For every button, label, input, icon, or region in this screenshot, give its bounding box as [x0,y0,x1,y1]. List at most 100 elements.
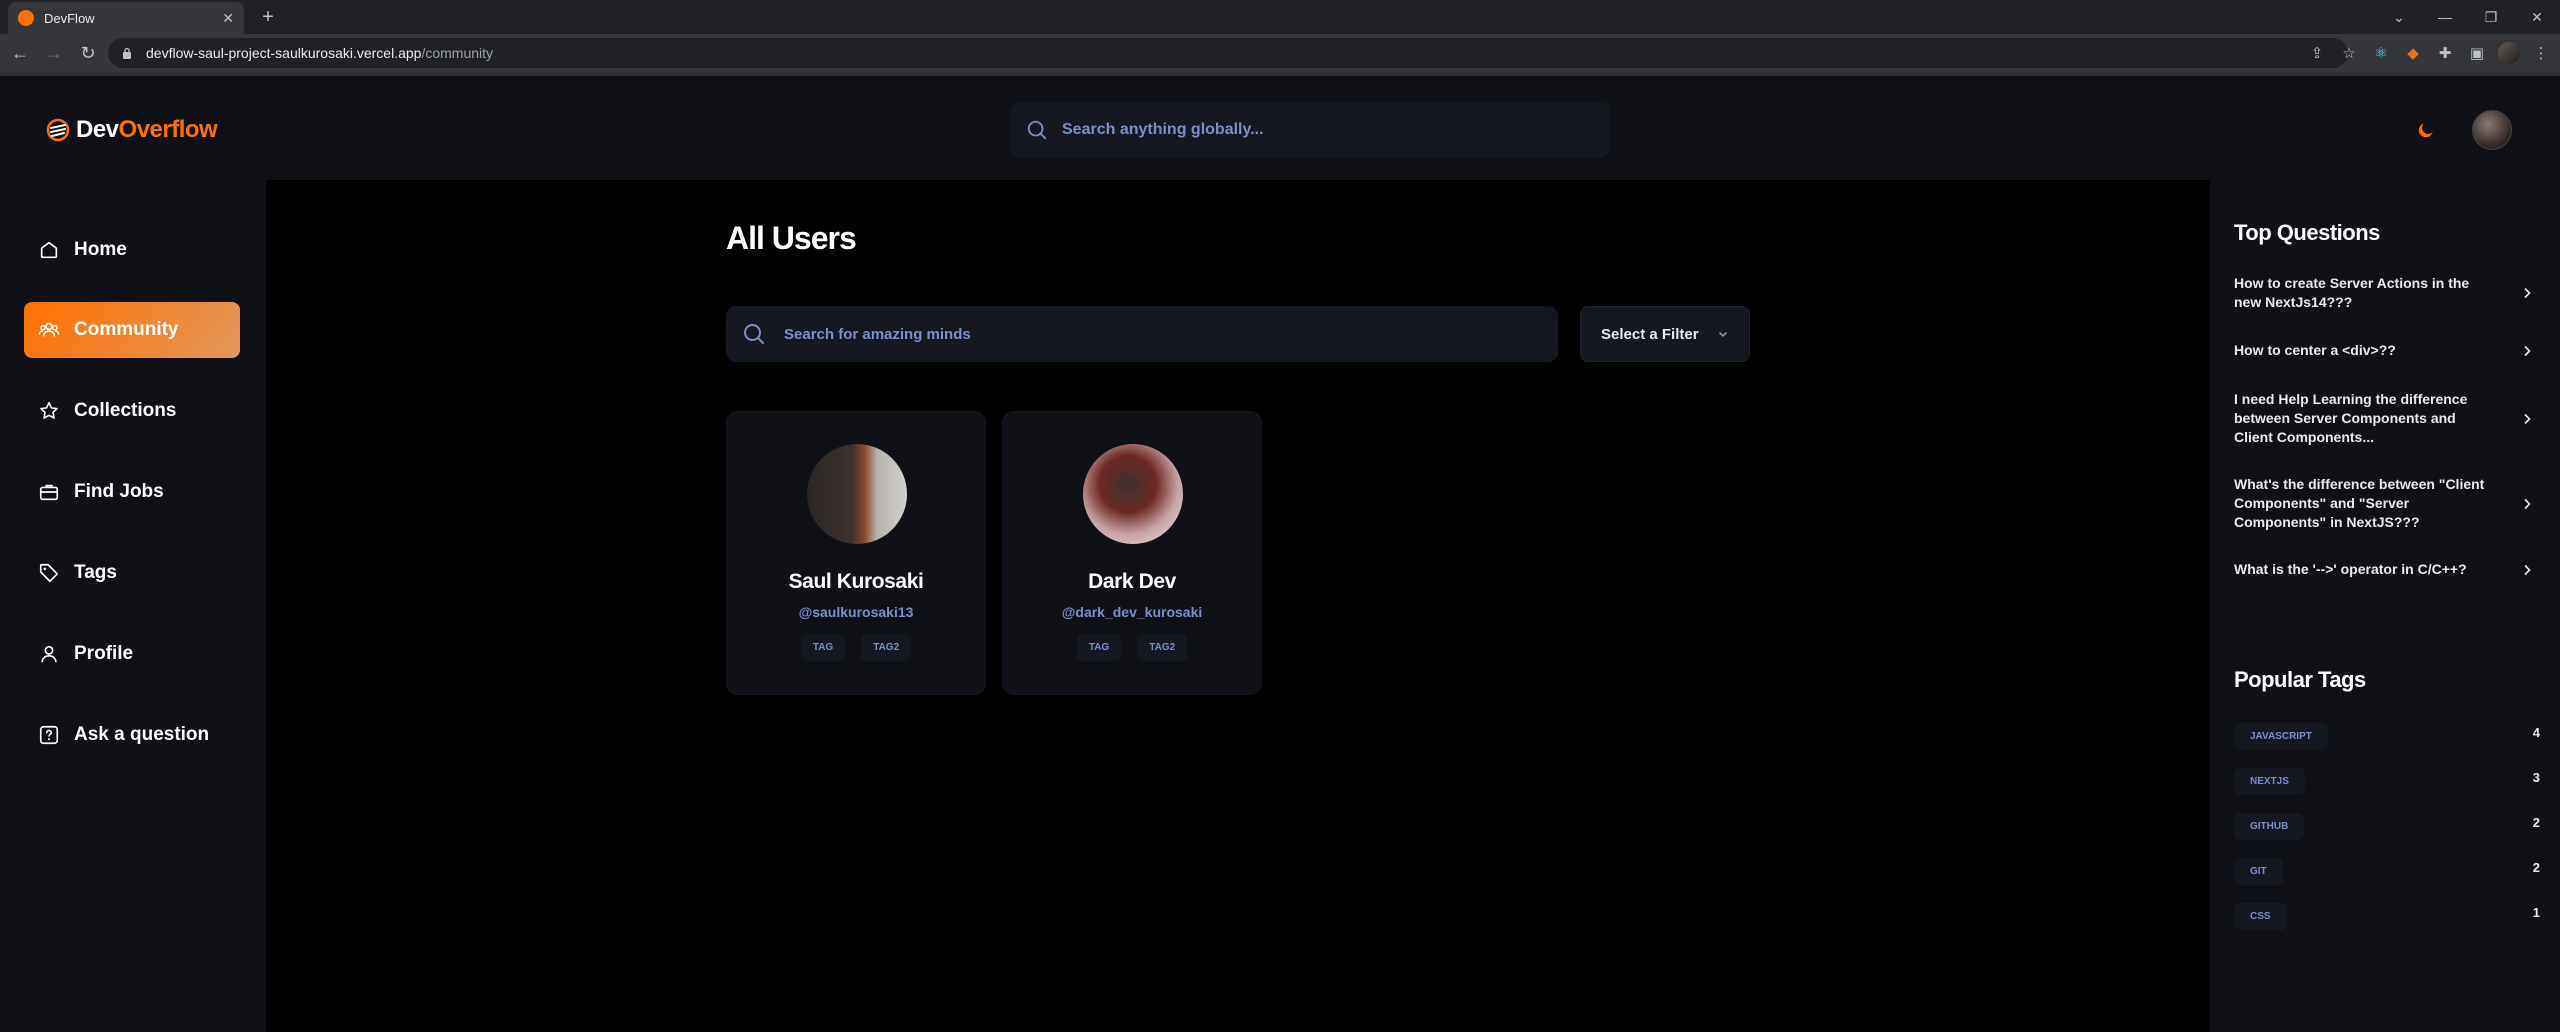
question-title: How to create Server Actions in the new … [2234,275,2470,310]
new-tab-button[interactable]: + [256,6,280,30]
sidebar-item-profile[interactable]: Profile [24,626,240,682]
browser-toolbar: ← → ↻ devflow-saul-project-saulkurosaki.… [0,34,2560,72]
filter-select-label: Select a Filter [1601,325,1699,343]
moon-icon[interactable] [2416,120,2436,140]
lock-icon [123,47,131,59]
sidebar-item-find-jobs[interactable]: Find Jobs [24,464,240,520]
sidebar-item-label: Tags [74,562,117,583]
tag-chip[interactable]: JAVASCRIPT [2234,723,2328,750]
sidebar-item-label: Find Jobs [74,481,164,502]
tag-chip[interactable]: TAG2 [861,634,912,661]
sidebar-item-label: Home [74,239,127,260]
restore-button[interactable]: ❐ [2468,9,2514,26]
close-window-button[interactable]: ✕ [2514,9,2560,26]
top-question-item[interactable]: I need Help Learning the difference betw… [2234,390,2534,447]
tag-chip[interactable]: NEXTJS [2234,768,2305,795]
reload-button[interactable]: ↻ [74,39,102,67]
top-question-item[interactable]: What's the difference between "Client Co… [2234,475,2534,532]
filter-select[interactable]: Select a Filter [1580,306,1750,362]
sidebar-item-collections[interactable]: Collections [24,383,240,439]
suitcase-icon [39,484,59,501]
page-title: All Users [726,220,857,256]
users-icon [38,322,60,337]
home-icon [40,241,58,259]
chevron-down-icon [1718,331,1727,338]
extensions-puzzle-icon[interactable]: ✚ [2434,42,2456,64]
chevron-right-icon [2524,413,2531,424]
user-card-avatar [807,444,907,544]
tag-count: 3 [2532,770,2540,785]
right-sidebar: Top Questions How to create Server Actio… [2210,180,2560,1032]
tab-search-chevron-icon[interactable]: ⌄ [2376,9,2422,26]
browser-tab[interactable]: DevFlow ✕ [8,2,244,34]
user-card-avatar [1083,444,1183,544]
tag-icon [39,563,59,583]
user-card-handle: @saulkurosaki13 [798,604,914,620]
share-icon[interactable]: ⇪ [2306,42,2328,64]
sidebar-item-tags[interactable]: Tags [24,545,240,601]
tag-chip[interactable]: TAG2 [1137,634,1188,661]
user-card[interactable]: Saul Kurosaki @saulkurosaki13 TAG TAG2 [726,411,986,695]
chevron-right-icon [2524,564,2531,575]
top-question-item[interactable]: How to center a <div>?? [2234,341,2534,360]
star-icon [40,401,58,419]
address-bar[interactable]: devflow-saul-project-saulkurosaki.vercel… [108,38,2348,68]
chevron-right-icon [2524,287,2531,299]
user-card-handle: @dark_dev_kurosaki [1061,604,1203,620]
global-search-bar[interactable] [1010,102,1610,158]
tag-chip[interactable]: GITHUB [2234,813,2305,840]
sidebar-item-label: Ask a question [74,724,210,745]
app-navbar: DevOverflow [0,72,2560,180]
sidebar-item-home[interactable]: Home [24,222,240,278]
side-panel-icon[interactable]: ▣ [2466,42,2488,64]
logo-text: DevOverflow [76,116,218,144]
popular-tag-item[interactable]: GIT 2 [2234,858,2540,888]
popular-tag-item[interactable]: GITHUB 2 [2234,813,2540,843]
global-search-input[interactable] [1062,121,1582,139]
tab-close-icon[interactable]: ✕ [222,10,234,27]
tab-title: DevFlow [44,10,95,26]
react-devtools-icon[interactable]: ⚛ [2370,42,2392,64]
tag-chip[interactable]: TAG [800,634,846,661]
user-card-tags: TAG TAG2 [727,634,985,661]
question-title: How to center a <div>?? [2234,342,2396,358]
tag-count: 2 [2532,815,2540,830]
tag-count: 1 [2532,905,2540,920]
user-card[interactable]: Dark Dev @dark_dev_kurosaki TAG TAG2 [1002,411,1262,695]
question-title: I need Help Learning the difference betw… [2234,391,2468,445]
logo-text-overflow: Overflow [118,116,218,143]
browser-profile-avatar[interactable] [2498,42,2520,64]
user-search-bar[interactable] [726,306,1558,362]
popular-tag-item[interactable]: JAVASCRIPT 4 [2234,723,2540,753]
search-icon [744,324,764,344]
user-avatar[interactable] [2472,110,2512,150]
tag-chip[interactable]: CSS [2234,903,2287,930]
tag-count: 4 [2532,725,2540,740]
forward-button[interactable]: → [40,39,68,67]
question-icon [39,725,59,745]
logo-text-dev: Dev [76,116,119,143]
metamask-icon[interactable]: ◆ [2402,42,2424,64]
tag-chip[interactable]: TAG [1076,634,1122,661]
back-button[interactable]: ← [6,39,34,67]
devoverflow-logo[interactable]: DevOverflow [46,116,218,144]
user-card-name: Dark Dev [1088,570,1176,593]
url-path: /community [421,45,494,61]
minimize-button[interactable]: — [2422,9,2468,25]
chevron-right-icon [2524,498,2531,509]
popular-tag-item[interactable]: NEXTJS 3 [2234,768,2540,798]
url-host: devflow-saul-project-saulkurosaki.vercel… [146,45,422,61]
browser-menu-icon[interactable]: ⋮ [2530,42,2552,64]
browser-tabstrip: DevFlow ✕ + ⌄ — ❐ ✕ [0,0,2560,34]
left-sidebar: Home Community Collections Find Jobs Tag… [0,180,266,1032]
chevron-right-icon [2524,345,2531,356]
user-search-input[interactable] [784,325,1544,343]
sidebar-item-ask-question[interactable]: Ask a question [24,707,240,763]
sidebar-item-community[interactable]: Community [24,302,240,358]
top-question-item[interactable]: How to create Server Actions in the new … [2234,274,2534,312]
bookmark-star-icon[interactable]: ☆ [2338,42,2360,64]
logo-mark-icon [46,118,70,142]
top-question-item[interactable]: What is the '-->' operator in C/C++? [2234,560,2534,579]
popular-tag-item[interactable]: CSS 1 [2234,903,2540,933]
tag-chip[interactable]: GIT [2234,858,2283,885]
